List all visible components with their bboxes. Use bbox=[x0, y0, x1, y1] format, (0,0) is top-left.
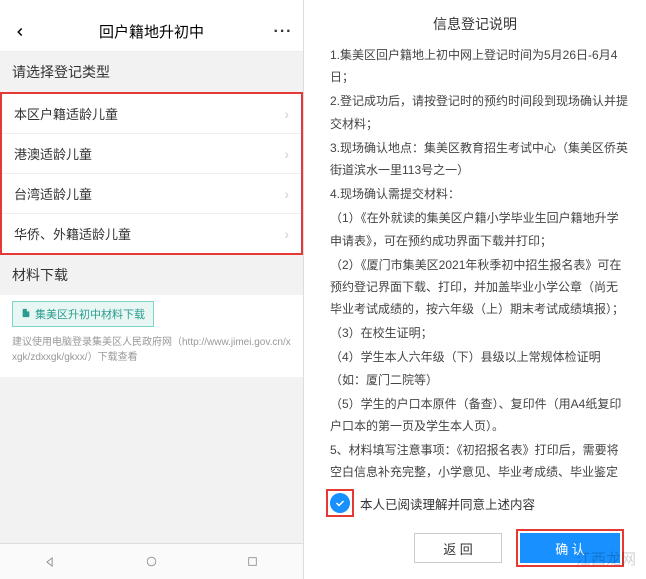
list-item-label: 港澳适龄儿童 bbox=[14, 144, 284, 163]
chevron-right-icon: › bbox=[284, 186, 289, 202]
info-paragraph: 3.现场确认地点：集美区教育招生考试中心（集美区侨英街道滨水一里113号之一） bbox=[330, 137, 628, 181]
back-button[interactable]: 返 回 bbox=[414, 533, 502, 563]
download-row: 集美区升初中材料下载 建议使用电脑登录集美区人民政府网（http://www.j… bbox=[0, 295, 303, 377]
agree-checkbox[interactable] bbox=[330, 493, 350, 513]
modal-body: 1.集美区回户籍地上初中网上登记时间为5月26日-6月4日； 2.登记成功后，请… bbox=[304, 44, 646, 483]
download-button[interactable]: 集美区升初中材料下载 bbox=[12, 301, 154, 327]
confirm-button[interactable]: 确 认 bbox=[520, 533, 620, 563]
agree-row: 本人已阅读理解并同意上述内容 bbox=[304, 483, 646, 523]
download-hint: 建议使用电脑登录集美区人民政府网（http://www.jimei.gov.cn… bbox=[0, 331, 303, 369]
chevron-right-icon: › bbox=[284, 226, 289, 242]
info-paragraph: 4.现场确认需提交材料： bbox=[330, 183, 628, 205]
info-paragraph: （3）在校生证明； bbox=[330, 322, 628, 344]
chevron-right-icon: › bbox=[284, 106, 289, 122]
more-icon[interactable]: ··· bbox=[271, 20, 295, 44]
back-icon[interactable] bbox=[8, 20, 32, 44]
list-item-hk-macao[interactable]: 港澳适龄儿童 › bbox=[2, 134, 301, 174]
download-label: 集美区升初中材料下载 bbox=[35, 306, 145, 322]
agree-checkbox-highlight bbox=[326, 489, 354, 517]
nav-back-icon[interactable] bbox=[0, 544, 101, 579]
type-list: 本区户籍适龄儿童 › 港澳适龄儿童 › 台湾适龄儿童 › 华侨、外籍适龄儿童 › bbox=[0, 92, 303, 255]
list-item-taiwan[interactable]: 台湾适龄儿童 › bbox=[2, 174, 301, 214]
document-icon bbox=[21, 308, 31, 321]
agree-label: 本人已阅读理解并同意上述内容 bbox=[360, 494, 535, 513]
info-paragraph: （5）学生的户口本原件（备查）、复印件（用A4纸复印户口本的第一页及学生本人页）… bbox=[330, 393, 628, 437]
app-header: 回户籍地升初中 ··· bbox=[0, 12, 303, 52]
info-paragraph: （4）学生本人六年级（下）县级以上常规体检证明（如：厦门二院等） bbox=[330, 346, 628, 390]
android-nav-bar bbox=[0, 543, 303, 579]
chevron-right-icon: › bbox=[284, 146, 289, 162]
list-item-label: 本区户籍适龄儿童 bbox=[14, 104, 284, 123]
info-paragraph: 5、材料填写注意事项：《初招报名表》打印后，需要将空白信息补充完整，小学意见、毕… bbox=[330, 439, 628, 483]
list-item-label: 台湾适龄儿童 bbox=[14, 184, 284, 203]
section-title-type: 请选择登记类型 bbox=[0, 52, 303, 92]
list-item-label: 华侨、外籍适龄儿童 bbox=[14, 224, 284, 243]
nav-home-icon[interactable] bbox=[101, 544, 202, 579]
list-item-local[interactable]: 本区户籍适龄儿童 › bbox=[2, 94, 301, 134]
status-bar bbox=[0, 0, 303, 12]
confirm-button-highlight: 确 认 bbox=[516, 529, 624, 567]
left-screen: 回户籍地升初中 ··· 请选择登记类型 本区户籍适龄儿童 › 港澳适龄儿童 › … bbox=[0, 0, 304, 579]
info-paragraph: 1.集美区回户籍地上初中网上登记时间为5月26日-6月4日； bbox=[330, 44, 628, 88]
info-paragraph: 2.登记成功后，请按登记时的预约时间段到现场确认并提交材料； bbox=[330, 90, 628, 134]
info-modal: 信息登记说明 1.集美区回户籍地上初中网上登记时间为5月26日-6月4日； 2.… bbox=[304, 0, 646, 579]
nav-recent-icon[interactable] bbox=[202, 544, 303, 579]
info-paragraph: （1）《在外就读的集美区户籍小学毕业生回户籍地升学申请表》，可在预约成功界面下载… bbox=[330, 207, 628, 251]
button-row: 返 回 确 认 bbox=[304, 523, 646, 579]
info-paragraph: （2）《厦门市集美区2021年秋季初中招生报名表》可在预约登记界面下载、打印，并… bbox=[330, 254, 628, 321]
list-item-overseas[interactable]: 华侨、外籍适龄儿童 › bbox=[2, 214, 301, 253]
section-title-download: 材料下载 bbox=[0, 255, 303, 295]
page-title: 回户籍地升初中 bbox=[32, 21, 271, 42]
modal-title: 信息登记说明 bbox=[304, 8, 646, 44]
